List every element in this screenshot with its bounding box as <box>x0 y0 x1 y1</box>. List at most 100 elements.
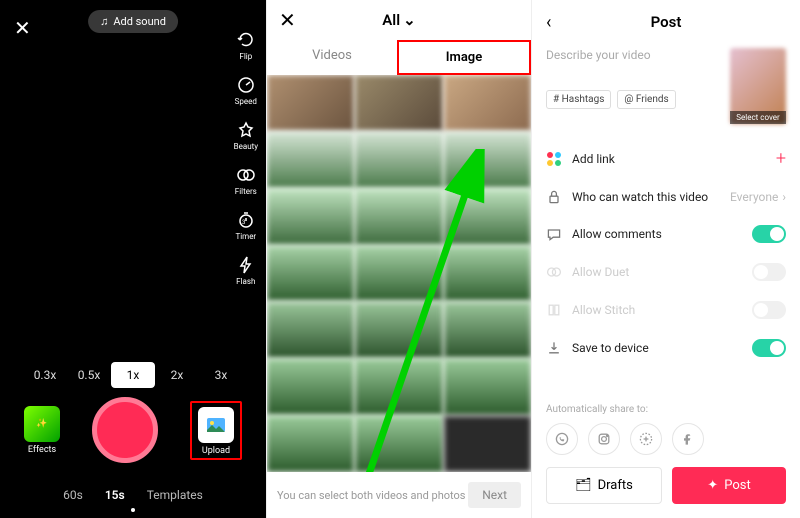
flash-tool[interactable]: Flash <box>236 255 256 286</box>
upload-highlight: Upload <box>190 401 242 460</box>
timer-tool[interactable]: 3 Timer <box>235 210 256 241</box>
flip-tool[interactable]: Flip <box>236 30 256 61</box>
tab-videos[interactable]: Videos <box>267 40 397 75</box>
gallery-item[interactable] <box>267 132 354 188</box>
drafts-label: Drafts <box>598 478 633 493</box>
gallery-item[interactable] <box>355 302 442 358</box>
next-button[interactable]: Next <box>468 482 521 508</box>
comments-row[interactable]: Allow comments <box>546 215 786 253</box>
flash-icon <box>236 255 256 275</box>
gallery-grid <box>267 75 531 472</box>
gallery-item[interactable] <box>444 359 531 415</box>
music-note-icon: ♫ <box>100 15 108 28</box>
zoom-2x[interactable]: 2x <box>155 362 199 388</box>
zoom-0-3x[interactable]: 0.3x <box>23 362 67 388</box>
capture-modes: 60s 15s Templates <box>0 488 266 502</box>
gallery-footer: You can select both videos and photos Ne… <box>267 472 531 518</box>
gallery-item[interactable] <box>355 189 442 245</box>
gallery-item[interactable] <box>267 359 354 415</box>
hashtags-chip[interactable]: # Hashtags <box>546 90 611 109</box>
duet-row: Allow Duet <box>546 253 786 291</box>
gallery-item[interactable] <box>444 75 531 131</box>
stitch-row: Allow Stitch <box>546 291 786 329</box>
share-icons <box>546 423 786 455</box>
gallery-item[interactable] <box>267 416 354 472</box>
gallery-item[interactable] <box>267 75 354 131</box>
friends-chip[interactable]: @ Friends <box>617 90 675 109</box>
timer-icon: 3 <box>236 210 256 230</box>
gallery-item[interactable] <box>444 132 531 188</box>
record-button[interactable] <box>92 397 158 463</box>
back-icon[interactable]: ‹ <box>546 12 551 33</box>
gallery-item[interactable] <box>267 246 354 302</box>
flash-label: Flash <box>236 277 255 286</box>
description-chips: # Hashtags @ Friends <box>546 90 720 109</box>
add-sound-button[interactable]: ♫ Add sound <box>88 10 178 33</box>
comments-label: Allow comments <box>572 227 662 241</box>
duet-icon <box>546 264 562 280</box>
beauty-icon <box>236 120 256 140</box>
stitch-label: Allow Stitch <box>572 303 635 317</box>
zoom-bar: 0.3x 0.5x 1x 2x 3x <box>0 362 266 388</box>
gallery-item[interactable] <box>444 189 531 245</box>
beauty-tool[interactable]: Beauty <box>234 120 258 151</box>
close-icon[interactable]: ✕ <box>279 8 296 32</box>
select-cover-label: Select cover <box>730 111 786 124</box>
more-share-icon[interactable] <box>630 423 662 455</box>
effects-button[interactable]: ✨ Effects <box>24 406 60 455</box>
upload-button[interactable]: Upload <box>198 407 234 456</box>
mode-60s[interactable]: 60s <box>63 488 83 502</box>
plus-icon: + <box>776 148 786 169</box>
comments-toggle[interactable] <box>752 225 786 243</box>
zoom-3x[interactable]: 3x <box>199 362 243 388</box>
gallery-item[interactable] <box>355 416 442 472</box>
speed-tool[interactable]: Speed <box>235 75 257 106</box>
drafts-button[interactable]: 🗂 Drafts <box>546 467 662 504</box>
page-title: Post <box>651 13 682 31</box>
gallery-item[interactable] <box>267 302 354 358</box>
add-sound-label: Add sound <box>113 15 166 28</box>
post-options: Add link + Who can watch this video Ever… <box>546 138 786 367</box>
post-button-label: Post <box>724 478 751 493</box>
svg-text:3: 3 <box>242 219 245 226</box>
save-device-row[interactable]: Save to device <box>546 329 786 367</box>
tab-image[interactable]: Image <box>397 40 531 75</box>
effects-label: Effects <box>28 445 56 455</box>
filters-tool[interactable]: Filters <box>235 165 257 196</box>
close-icon[interactable]: ✕ <box>14 16 31 40</box>
post-button[interactable]: ✦ Post <box>672 467 786 504</box>
facebook-icon[interactable] <box>672 423 704 455</box>
speed-label: Speed <box>235 97 257 106</box>
post-header: ‹ Post <box>546 0 786 44</box>
lock-icon <box>546 189 562 205</box>
gallery-item[interactable] <box>355 132 442 188</box>
whatsapp-icon[interactable] <box>546 423 578 455</box>
privacy-label: Who can watch this video <box>572 190 708 204</box>
speed-icon <box>236 75 256 95</box>
gallery-item[interactable] <box>267 189 354 245</box>
privacy-row[interactable]: Who can watch this video Everyone › <box>546 179 786 215</box>
mode-15s[interactable]: 15s <box>105 488 125 502</box>
gallery-screen: ✕ All ⌄ Videos Image <box>266 0 532 518</box>
gallery-item[interactable] <box>444 416 531 472</box>
camera-bottom-row: ✨ Effects Upload <box>0 397 266 463</box>
stitch-icon <box>546 302 562 318</box>
add-link-row[interactable]: Add link + <box>546 138 786 179</box>
zoom-1x[interactable]: 1x <box>111 362 155 388</box>
drafts-icon: 🗂 <box>575 478 592 493</box>
save-label: Save to device <box>572 341 649 355</box>
mode-templates[interactable]: Templates <box>147 488 203 502</box>
gallery-item[interactable] <box>355 75 442 131</box>
instagram-icon[interactable] <box>588 423 620 455</box>
gallery-item[interactable] <box>444 302 531 358</box>
flip-icon <box>236 30 256 50</box>
description-box[interactable]: Describe your video # Hashtags @ Friends <box>546 48 720 124</box>
comment-icon <box>546 226 562 242</box>
zoom-0-5x[interactable]: 0.5x <box>67 362 111 388</box>
cover-thumbnail[interactable]: Select cover <box>730 48 786 124</box>
gallery-item[interactable] <box>355 359 442 415</box>
album-selector[interactable]: All ⌄ <box>382 11 415 29</box>
gallery-item[interactable] <box>444 246 531 302</box>
gallery-item[interactable] <box>355 246 442 302</box>
save-toggle[interactable] <box>752 339 786 357</box>
